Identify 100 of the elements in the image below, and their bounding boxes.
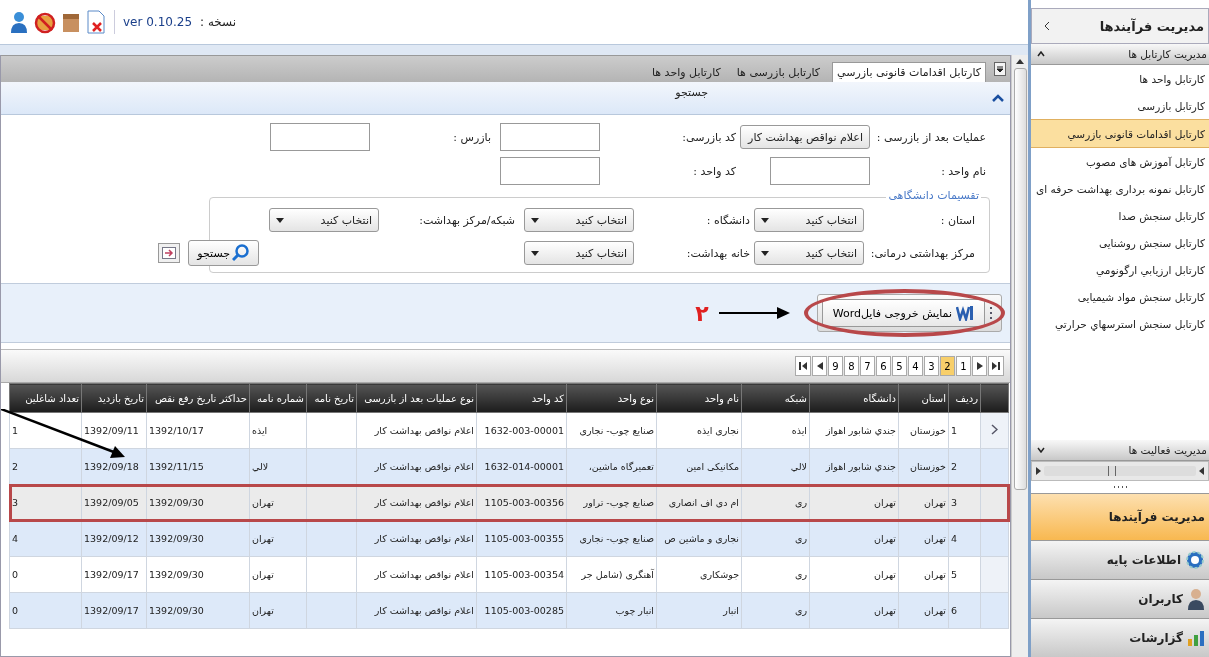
last-page-icon [992, 362, 1000, 370]
close-document-icon[interactable] [86, 10, 106, 34]
previous-page-button[interactable] [812, 356, 827, 376]
column-header[interactable]: شماره نامه [249, 383, 307, 413]
column-header[interactable]: تعداد شاغلین [9, 383, 82, 413]
table-cell: 1392/09/30 [146, 556, 250, 593]
table-cell: 4 [9, 520, 82, 557]
dropdown[interactable]: انتخاب کنید [269, 208, 379, 232]
table-cell: 1 [948, 412, 981, 449]
field-label: استان : [939, 213, 976, 227]
sidebar-item[interactable]: کارتابل واحد ها [1031, 65, 1209, 92]
column-header[interactable]: دانشگاه [809, 383, 899, 413]
sidebar-title: مدیریت فرآیندها [1099, 18, 1204, 34]
table-cell: 5 [948, 556, 981, 593]
page-button[interactable]: 7 [860, 356, 875, 376]
vertical-scrollbar[interactable] [1011, 55, 1028, 657]
column-header[interactable]: کد واحد [476, 383, 567, 413]
dropdown[interactable]: اعلام نواقص بهداشت کار [740, 125, 870, 149]
dropdown-icon[interactable] [994, 62, 1006, 76]
page-button[interactable]: 1 [956, 356, 971, 376]
table-cell: 1392/10/17 [146, 412, 250, 449]
caret-icon [276, 217, 284, 223]
field-label: خانه بهداشت: [685, 246, 751, 260]
column-header[interactable]: تاریخ نامه [306, 383, 357, 413]
first-page-button[interactable] [795, 356, 811, 376]
box-icon[interactable] [62, 11, 80, 33]
table-cell [306, 448, 357, 485]
page-button[interactable]: 2 [940, 356, 955, 376]
table-cell: تهران [249, 484, 307, 521]
page-button[interactable]: 8 [844, 356, 859, 376]
sidebar-item[interactable]: کارتابل اقدامات قانونی بازرسي [1031, 119, 1209, 148]
sidebar-item[interactable]: کارتابل سنجش روشنايى [1031, 229, 1209, 256]
table-cell: 1392/09/17 [81, 592, 147, 629]
column-header[interactable]: نام واحد [656, 383, 742, 413]
row-selector[interactable] [980, 412, 1009, 449]
bar-chart-icon [1187, 630, 1205, 646]
dropdown[interactable]: انتخاب کنید [524, 208, 634, 232]
sidebar-item[interactable]: کارتابل آموزش هاى مصوب [1031, 148, 1209, 175]
horizontal-scrollbar[interactable] [1031, 461, 1209, 481]
nav-button[interactable]: کاربران [1031, 579, 1209, 618]
table-cell: انبار [656, 592, 742, 629]
dropdown[interactable]: انتخاب کنید [524, 241, 634, 265]
caret-icon [531, 250, 539, 256]
next-page-button[interactable] [972, 356, 987, 376]
sidebar-item[interactable]: کارتابل نمونه بردارى بهداشت حرفه اى [1031, 175, 1209, 202]
word-export-button[interactable]: نمایش خروجی فایلWord [821, 299, 985, 327]
version-number: ver 0.10.25 [123, 15, 193, 29]
column-header[interactable]: شبکه [741, 383, 810, 413]
search-button[interactable]: جستجو [188, 240, 259, 266]
table-cell: صنایع چوب- نجاری [566, 412, 657, 449]
sidebar-item[interactable]: کارتابل سنجش استرسهاي حرارتي [1031, 310, 1209, 337]
column-header[interactable]: حداکثر تاریخ رفع نقص [146, 383, 250, 413]
input-field[interactable] [770, 157, 870, 185]
table-cell: تهران [809, 484, 899, 521]
sidebar-item[interactable]: کارتابل بازرسی [1031, 92, 1209, 119]
table-cell: لالي [249, 448, 307, 485]
last-page-button[interactable] [988, 356, 1004, 376]
section-header[interactable]: مدیریت فعالیت ها [1031, 440, 1209, 461]
dropdown[interactable]: انتخاب کنید [754, 208, 864, 232]
table-cell [306, 520, 357, 557]
table-cell: صنایع چوب- نجاری [566, 520, 657, 557]
table-cell: جندي شابور اهواز [809, 412, 899, 449]
page-button[interactable]: 9 [828, 356, 843, 376]
table-cell: تهران [249, 556, 307, 593]
page-button[interactable]: 4 [908, 356, 923, 376]
tab[interactable]: کارتابل بازرسی ها [732, 63, 825, 82]
dropdown[interactable]: انتخاب کنید [754, 241, 864, 265]
page-button[interactable]: 3 [924, 356, 939, 376]
table-cell: 1 [9, 412, 82, 449]
collapse-sidebar-icon[interactable] [1044, 21, 1050, 31]
column-header[interactable]: استان [898, 383, 949, 413]
row-selector[interactable] [980, 448, 1009, 485]
tab[interactable]: کارتابل واحد ها [647, 63, 725, 82]
tab[interactable]: کارتابل اقدامات قانونی بازرسي [832, 62, 986, 82]
table-cell: تهران [809, 520, 899, 557]
page-button[interactable]: 5 [892, 356, 907, 376]
column-header[interactable]: نوع واحد [566, 383, 657, 413]
scroll-up-icon [1016, 59, 1024, 64]
section-header[interactable]: مدیریت کارتابل ها [1031, 44, 1209, 65]
nav-button[interactable]: اطلاعات پایه [1031, 540, 1209, 579]
collapse-icon[interactable] [992, 93, 1004, 103]
export-button[interactable] [158, 243, 181, 263]
row-selector[interactable] [980, 484, 1009, 521]
forbidden-icon[interactable] [34, 10, 56, 34]
page-button[interactable]: 6 [876, 356, 891, 376]
column-header[interactable]: نوع عملیات بعد از بازرسی [356, 383, 477, 413]
sidebar-item[interactable]: کارتابل سنجش مواد شيميايى [1031, 283, 1209, 310]
nav-button[interactable]: مدیریت فرآیندها [1031, 493, 1209, 540]
input-field[interactable] [270, 123, 370, 151]
sidebar-item[interactable]: کارتابل سنجش صدا [1031, 202, 1209, 229]
input-field[interactable] [500, 157, 600, 185]
row-selector[interactable] [980, 520, 1009, 557]
user-icon[interactable] [10, 10, 28, 34]
column-header[interactable]: ردیف [948, 383, 981, 413]
sidebar-item[interactable]: کارتابل ارزيابي ارگونومي [1031, 256, 1209, 283]
input-field[interactable] [500, 123, 600, 151]
nav-button[interactable]: گزارشات [1031, 618, 1209, 657]
table-cell: تهران [898, 556, 949, 593]
table-cell: 1632-014-00001 [476, 448, 567, 485]
column-header[interactable]: تاریخ بازدید [81, 383, 147, 413]
